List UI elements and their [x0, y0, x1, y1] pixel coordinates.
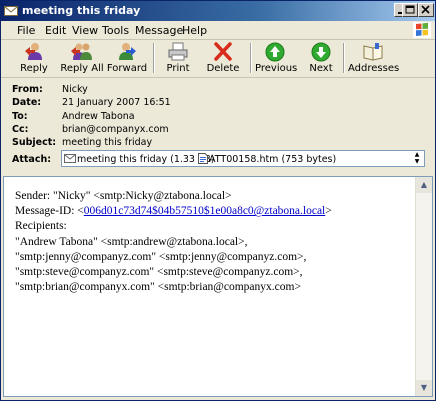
menu-edit[interactable]: Edit: [45, 24, 66, 37]
message-body-text: Sender: "Nicky" <smtp:Nicky@ztabona.loca…: [15, 189, 410, 295]
subject-value: meeting this friday: [62, 137, 153, 148]
address-book-icon: [363, 43, 383, 61]
envelope-icon: [4, 6, 18, 16]
delete-label: Delete: [206, 63, 240, 74]
reply-button[interactable]: Reply: [13, 41, 55, 75]
date-label: Date:: [12, 97, 42, 108]
toolbar-separator: [343, 43, 345, 73]
down-arrow-icon: [311, 42, 331, 62]
reply-label: Reply: [20, 63, 48, 74]
to-value: Andrew Tabona: [62, 111, 135, 122]
attachments-list: meeting this friday (1.33 KB) ATT00158.h…: [61, 150, 425, 167]
maximize-icon: [405, 5, 415, 14]
toolbar-separator: [153, 43, 155, 73]
close-icon: [421, 5, 430, 14]
toolbar-separator: [250, 43, 252, 73]
recipients-heading: Recipients:: [15, 220, 67, 233]
menu-bar: File Edit View Tools Message Help: [1, 21, 435, 40]
menu-help[interactable]: Help: [182, 24, 207, 37]
cc-label: Cc:: [12, 124, 29, 135]
subject-label: Subject:: [12, 137, 57, 148]
delete-x-icon: [214, 42, 232, 61]
attachment-item[interactable]: ATT00158.htm (753 bytes): [198, 153, 336, 165]
scroll-up-icon[interactable]: ▲: [410, 151, 424, 158]
previous-label: Previous: [255, 63, 298, 74]
recipient-line: "smtp:brian@companyx.com" <smtp:brian@co…: [15, 281, 301, 294]
attachments-scrollbar[interactable]: ▲ ▼: [410, 151, 424, 166]
forward-button[interactable]: Forward: [106, 41, 148, 75]
envelope-attachment-icon: [64, 154, 76, 163]
from-label: From:: [12, 84, 43, 95]
next-button[interactable]: Next: [303, 41, 339, 75]
delete-button[interactable]: Delete: [204, 41, 242, 75]
body-scrollbar[interactable]: ▲ ▼: [415, 177, 432, 396]
message-id-link[interactable]: 006d01c73d74$04b57510$1e00a8c0@ztabona.l…: [84, 205, 326, 217]
print-button[interactable]: Print: [160, 41, 196, 75]
date-value: 21 January 2007 16:51: [62, 97, 171, 108]
window-title: meeting this friday: [22, 4, 141, 17]
attachment-name: meeting this friday (1.33 KB): [77, 154, 215, 165]
attachment-item[interactable]: meeting this friday (1.33 KB): [64, 153, 214, 165]
menu-view[interactable]: View: [72, 24, 98, 37]
up-arrow-icon: [265, 42, 285, 62]
recipient-line: "smtp:jenny@companyz.com" <smtp:jenny@co…: [15, 250, 307, 263]
title-bar[interactable]: meeting this friday: [1, 1, 435, 21]
menu-file[interactable]: File: [17, 24, 35, 37]
message-id-line: Message-ID: <006d01c73d74$04b57510$1e00a…: [15, 204, 410, 219]
toolbar: Reply Reply All Forward Print Delete Pre…: [1, 40, 435, 78]
windows-logo-icon: [413, 22, 431, 38]
recipient-line: "smtp:steve@companyz.com" <smtp:steve@co…: [15, 266, 303, 279]
reply-icon: [25, 43, 42, 60]
previous-button[interactable]: Previous: [255, 41, 298, 75]
printer-icon: [168, 42, 188, 61]
scroll-down-icon[interactable]: ▼: [410, 158, 424, 165]
to-label: To:: [12, 111, 28, 122]
message-headers: From: Nicky Date: 21 January 2007 16:51 …: [1, 78, 435, 174]
message-id-suffix: >: [325, 205, 332, 218]
reply-all-icon: [71, 43, 92, 60]
maximize-button[interactable]: [402, 3, 418, 17]
menu-tools[interactable]: Tools: [102, 24, 129, 37]
attach-label: Attach:: [12, 154, 52, 165]
forward-label: Forward: [106, 63, 148, 74]
from-value: Nicky: [62, 84, 88, 95]
reply-all-label: Reply All: [60, 63, 104, 74]
html-file-icon: [198, 153, 208, 164]
scroll-up-button[interactable]: ▲: [416, 177, 432, 193]
message-window: meeting this friday File Edit View Tools…: [0, 0, 436, 401]
addresses-label: Addresses: [348, 63, 400, 74]
reply-all-button[interactable]: Reply All: [59, 41, 105, 75]
addresses-button[interactable]: Addresses: [348, 41, 400, 75]
next-label: Next: [309, 63, 333, 74]
close-button[interactable]: [418, 3, 434, 17]
recipient-line: "Andrew Tabona" <smtp:andrew@ztabona.loc…: [15, 235, 248, 248]
sender-line: Sender: "Nicky" <smtp:Nicky@ztabona.loca…: [15, 190, 232, 202]
print-label: Print: [166, 63, 190, 74]
scroll-down-button[interactable]: ▼: [416, 380, 432, 396]
menu-message[interactable]: Message: [135, 24, 183, 37]
forward-icon: [119, 43, 136, 60]
message-body[interactable]: Sender: "Nicky" <smtp:Nicky@ztabona.loca…: [3, 176, 433, 397]
cc-value: brian@companyx.com: [62, 124, 169, 135]
message-id-prefix: Message-ID: <: [15, 205, 84, 218]
attachment-name: ATT00158.htm (753 bytes): [209, 154, 337, 165]
